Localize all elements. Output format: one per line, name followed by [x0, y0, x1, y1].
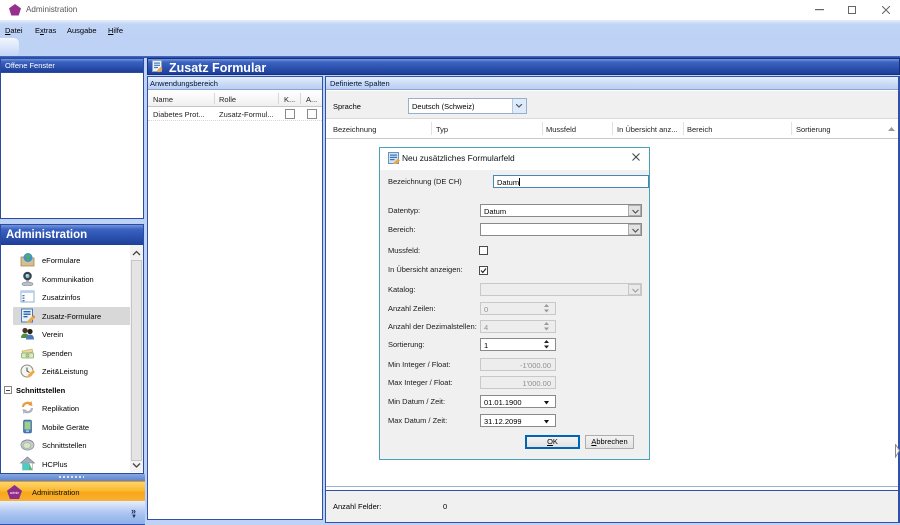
- svg-text:admin: admin: [10, 491, 20, 495]
